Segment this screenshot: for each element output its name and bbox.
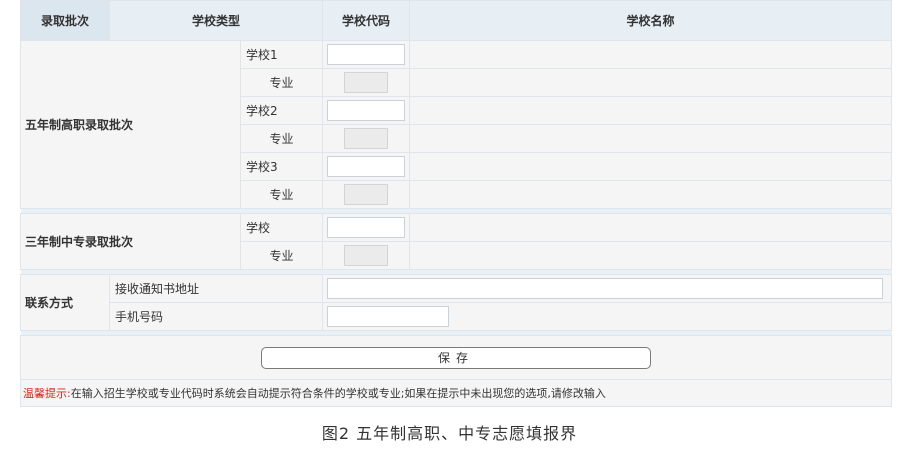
three-year-school-name-cell: [409, 213, 893, 242]
school3-name-cell: [409, 152, 893, 181]
three-year-major-code-input[interactable]: [344, 245, 389, 266]
address-input[interactable]: [327, 278, 884, 299]
three-year-major-name-cell: [409, 241, 893, 270]
five-year-batch-title: 五年制高职录取批次: [20, 40, 241, 209]
address-input-cell: [322, 274, 893, 303]
school1-label: 学校1: [239, 40, 324, 69]
form-frame: 录取批次 学校类型 学校代码 学校名称 五年制高职录取批次 学校1 专业 学校2…: [0, 0, 899, 457]
three-year-school-label: 学校: [239, 213, 324, 242]
five-year-row-school1: 五年制高职录取批次 学校1: [20, 40, 893, 209]
phone-input[interactable]: [327, 306, 450, 327]
major3-code-input[interactable]: [344, 184, 389, 205]
save-button[interactable]: 保存: [261, 346, 651, 369]
three-year-school-code-input[interactable]: [327, 217, 406, 238]
application-form-table: 录取批次 学校类型 学校代码 学校名称 五年制高职录取批次 学校1 专业 学校2…: [19, 0, 893, 407]
school1-code-input[interactable]: [327, 44, 406, 65]
school2-code-cell: [322, 96, 411, 125]
school3-code-input[interactable]: [327, 156, 406, 177]
major2-code-cell: [322, 124, 411, 153]
contact-row-address: 联系方式 接收通知书地址: [20, 274, 893, 331]
major1-code-input[interactable]: [344, 72, 389, 93]
major2-label: 专业: [239, 124, 324, 153]
school2-code-input[interactable]: [327, 100, 406, 121]
tip-cell: 温馨提示:在输入招生学校或专业代码时系统会自动提示符合条件的学校或专业;如果在提…: [19, 379, 893, 407]
school2-label: 学校2: [239, 96, 324, 125]
header-batch: 录取批次: [20, 0, 110, 41]
school1-name-cell: [409, 40, 893, 69]
figure-caption: 图2 五年制高职、中专志愿填报界: [321, 424, 578, 443]
school1-code-cell: [322, 40, 411, 69]
school3-code-cell: [322, 152, 411, 181]
major3-code-cell: [322, 180, 411, 209]
three-year-school-code-cell: [322, 213, 411, 242]
major1-name-cell: [409, 68, 893, 97]
save-cell: 保存: [19, 335, 893, 380]
major1-code-cell: [322, 68, 411, 97]
tip-label: 温馨提示:: [23, 387, 71, 400]
major3-label: 专业: [239, 180, 324, 209]
tip-row: 温馨提示:在输入招生学校或专业代码时系统会自动提示符合条件的学校或专业;如果在提…: [19, 379, 893, 407]
contact-row-phone: 手机号码: [21, 302, 893, 331]
table-header-row: 录取批次 学校类型 学校代码 学校名称: [20, 0, 893, 41]
save-row: 保存: [19, 335, 893, 380]
three-year-batch-title: 三年制中专录取批次: [20, 213, 241, 270]
three-year-major-label: 专业: [239, 241, 324, 270]
header-school-type: 学校类型: [108, 0, 324, 41]
address-label: 接收通知书地址: [108, 274, 324, 303]
three-year-row-school: 三年制中专录取批次 学校: [20, 213, 893, 270]
tip-text: 在输入招生学校或专业代码时系统会自动提示符合条件的学校或专业;如果在提示中未出现…: [70, 387, 606, 400]
major1-label: 专业: [239, 68, 324, 97]
major2-name-cell: [409, 124, 893, 153]
header-school-name: 学校名称: [409, 0, 893, 41]
three-year-major-code-cell: [322, 241, 411, 270]
major2-code-input[interactable]: [344, 128, 389, 149]
phone-label: 手机号码: [108, 302, 324, 331]
phone-input-cell: [322, 302, 893, 331]
school3-label: 学校3: [239, 152, 324, 181]
header-school-code: 学校代码: [322, 0, 411, 41]
major3-name-cell: [409, 180, 893, 209]
school2-name-cell: [409, 96, 893, 125]
contact-title: 联系方式: [20, 274, 110, 331]
